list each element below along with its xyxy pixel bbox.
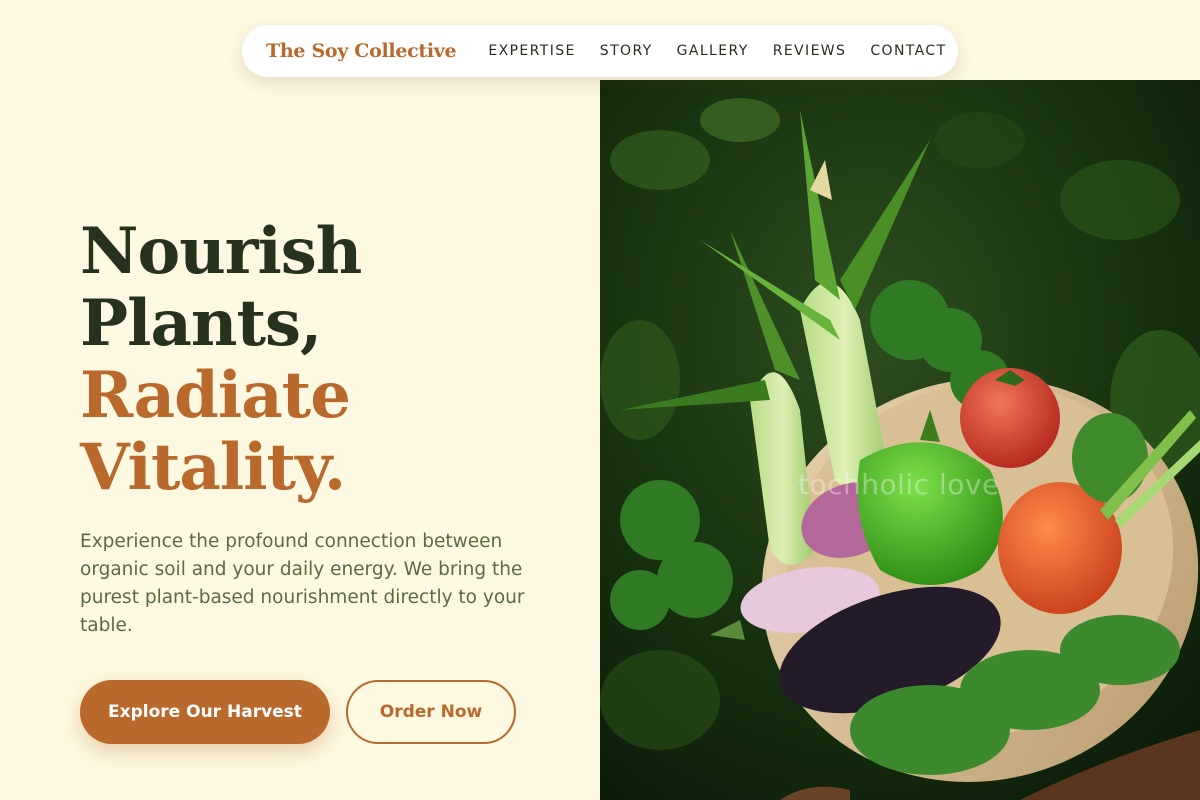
nav-link-story[interactable]: STORY	[600, 43, 653, 59]
nav-link-contact[interactable]: CONTACT	[870, 43, 946, 59]
nav-link-expertise[interactable]: EXPERTISE	[488, 43, 575, 59]
hero-title: Nourish Plants, Radiate Vitality.	[80, 214, 362, 505]
order-now-button[interactable]: Order Now	[346, 680, 516, 744]
hero-title-line-3: Radiate	[80, 358, 351, 433]
hero-title-line-4: Vitality.	[80, 430, 346, 505]
brand-logo[interactable]: The Soy Collective	[266, 40, 457, 62]
hero-title-line-2: Plants,	[80, 286, 322, 361]
hero-title-line-1: Nourish	[80, 214, 362, 289]
top-nav: The Soy Collective EXPERTISE STORY GALLE…	[242, 25, 958, 77]
image-watermark: tochholic love	[798, 468, 1000, 501]
hero-image-vegetable-bowl: tochholic love	[600, 80, 1200, 800]
hero-description: Experience the profound connection betwe…	[80, 531, 525, 636]
nav-links: EXPERTISE STORY GALLERY REVIEWS CONTACT	[488, 43, 946, 59]
explore-harvest-button[interactable]: Explore Our Harvest	[80, 680, 330, 744]
vegetable-bowl-illustration	[600, 80, 1200, 800]
nav-link-reviews[interactable]: REVIEWS	[773, 43, 847, 59]
nav-link-gallery[interactable]: GALLERY	[677, 43, 749, 59]
